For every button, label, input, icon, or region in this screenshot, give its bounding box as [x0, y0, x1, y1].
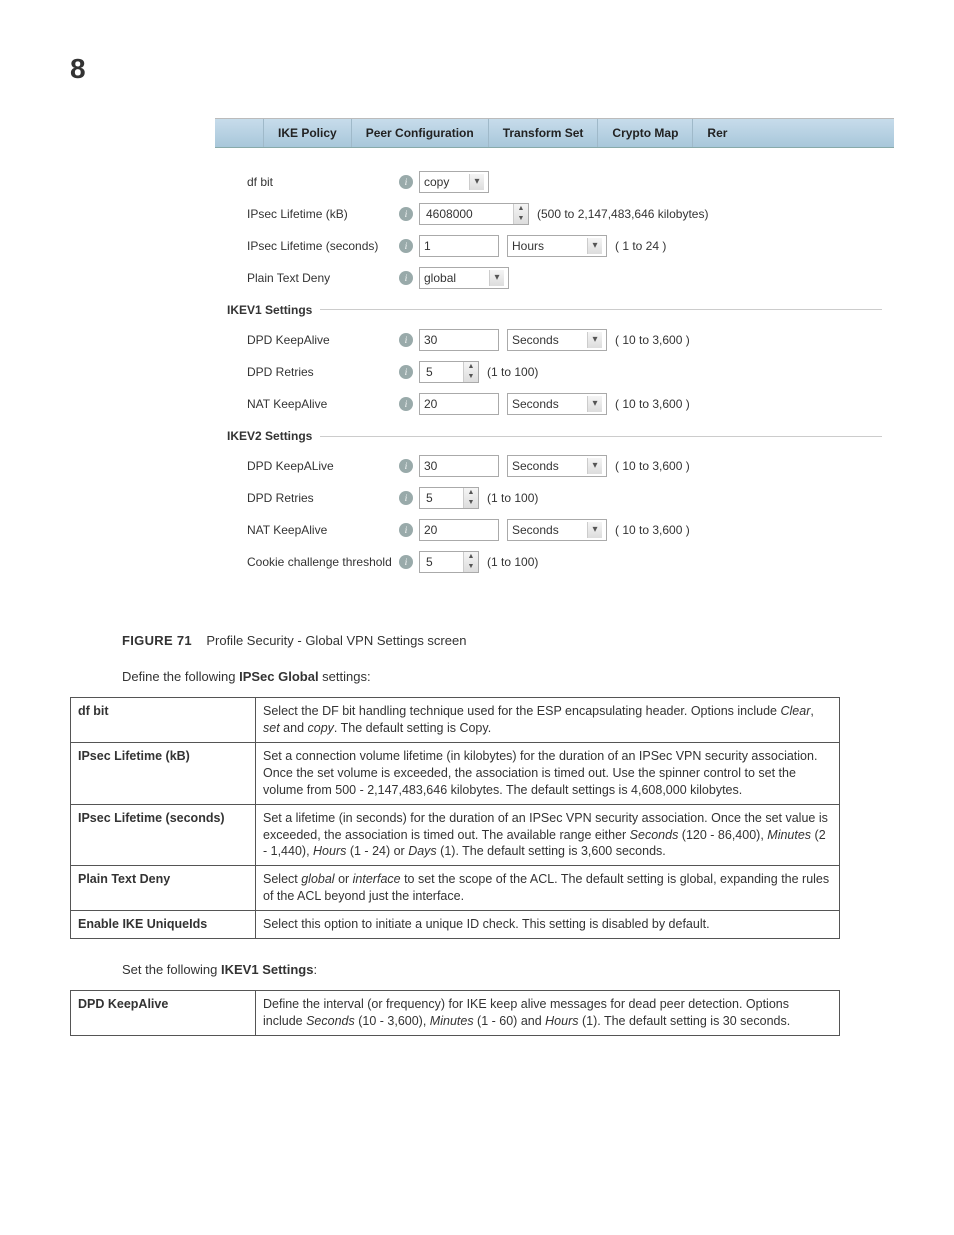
page-number: 8 — [70, 50, 894, 88]
spinner-ipsec-kb[interactable]: 4608000 ▲▼ — [419, 203, 529, 225]
spinner-ikev2-dpdr[interactable]: 5 ▲▼ — [419, 487, 479, 509]
row-ipsec-sec: IPsec Lifetime (seconds) i 1 Hours ( 1 t… — [227, 230, 882, 262]
def-desc: Select this option to initiate a unique … — [256, 911, 840, 939]
def-desc: Set a lifetime (in seconds) for the dura… — [256, 804, 840, 866]
figure-number: FIGURE 71 — [122, 633, 192, 648]
hint: (1 to 100) — [487, 490, 538, 506]
label-ipsec-kb: IPsec Lifetime (kB) — [227, 206, 399, 222]
label: DPD KeepALive — [227, 458, 399, 474]
input-ikev2-natk[interactable]: 20 — [419, 519, 499, 541]
tab-peer-configuration[interactable]: Peer Configuration — [352, 119, 489, 147]
hint: ( 10 to 3,600 ) — [615, 458, 690, 474]
select-ipsec-sec-unit[interactable]: Hours — [507, 235, 607, 257]
tab-ike-policy[interactable]: IKE Policy — [264, 119, 352, 147]
figure-caption: FIGURE 71 Profile Security - Global VPN … — [122, 632, 894, 650]
def-term: IPsec Lifetime (seconds) — [71, 804, 256, 866]
hint: ( 10 to 3,600 ) — [615, 396, 690, 412]
info-icon[interactable]: i — [399, 239, 413, 253]
intro-ikev1: Set the following IKEV1 Settings: — [122, 961, 894, 979]
def-desc: Select the DF bit handling technique use… — [256, 698, 840, 743]
row-ikev1-dpd-keepalive: DPD KeepAlive i 30 Seconds ( 10 to 3,600… — [227, 324, 882, 356]
select-ptd[interactable]: global — [419, 267, 509, 289]
table-ikev1: DPD KeepAliveDefine the interval (or fre… — [70, 990, 840, 1036]
select-ikev1-natk-unit[interactable]: Seconds — [507, 393, 607, 415]
row-ipsec-kb: IPsec Lifetime (kB) i 4608000 ▲▼ (500 to… — [227, 198, 882, 230]
input-ikev1-natk[interactable]: 20 — [419, 393, 499, 415]
table-row: Enable IKE UniqueIdsSelect this option t… — [71, 911, 840, 939]
label: NAT KeepAlive — [227, 396, 399, 412]
table-ipsec-global: df bitSelect the DF bit handling techniq… — [70, 697, 840, 939]
def-term: DPD KeepAlive — [71, 991, 256, 1036]
def-term: Enable IKE UniqueIds — [71, 911, 256, 939]
tab-bar: IKE Policy Peer Configuration Transform … — [215, 119, 894, 148]
table-row: DPD KeepAliveDefine the interval (or fre… — [71, 991, 840, 1036]
screenshot-panel: IKE Policy Peer Configuration Transform … — [215, 118, 894, 592]
label: DPD Retries — [227, 490, 399, 506]
hint: (1 to 100) — [487, 554, 538, 570]
def-term: Plain Text Deny — [71, 866, 256, 911]
label: DPD KeepAlive — [227, 332, 399, 348]
table-row: Plain Text DenySelect global or interfac… — [71, 866, 840, 911]
section-ikev1: IKEV1 Settings — [227, 302, 882, 318]
spinner-ikev1-dpdr[interactable]: 5 ▲▼ — [419, 361, 479, 383]
info-icon[interactable]: i — [399, 555, 413, 569]
row-ikev2-cookie-threshold: Cookie challenge threshold i 5 ▲▼ (1 to … — [227, 546, 882, 578]
select-ikev1-dpdk-unit[interactable]: Seconds — [507, 329, 607, 351]
row-ikev2-nat-keepalive: NAT KeepAlive i 20 Seconds ( 10 to 3,600… — [227, 514, 882, 546]
table-row: IPsec Lifetime (kB)Set a connection volu… — [71, 743, 840, 805]
info-icon[interactable]: i — [399, 207, 413, 221]
table-row: IPsec Lifetime (seconds)Set a lifetime (… — [71, 804, 840, 866]
intro-ipsec-global: Define the following IPSec Global settin… — [122, 668, 894, 686]
tab-crypto-map[interactable]: Crypto Map — [598, 119, 693, 147]
hint-ipsec-sec: ( 1 to 24 ) — [615, 238, 666, 254]
info-icon[interactable]: i — [399, 397, 413, 411]
info-icon[interactable]: i — [399, 365, 413, 379]
spinner-ikev2-cct[interactable]: 5 ▲▼ — [419, 551, 479, 573]
label: DPD Retries — [227, 364, 399, 380]
row-df-bit: df bit i copy — [227, 166, 882, 198]
select-df-bit[interactable]: copy — [419, 171, 489, 193]
row-ikev2-dpd-keepalive: DPD KeepALive i 30 Seconds ( 10 to 3,600… — [227, 450, 882, 482]
select-ikev2-natk-unit[interactable]: Seconds — [507, 519, 607, 541]
label: Cookie challenge threshold — [227, 554, 399, 570]
info-icon[interactable]: i — [399, 459, 413, 473]
def-desc: Set a connection volume lifetime (in kil… — [256, 743, 840, 805]
table-row: df bitSelect the DF bit handling techniq… — [71, 698, 840, 743]
tab-transform-set[interactable]: Transform Set — [489, 119, 599, 147]
hint: ( 10 to 3,600 ) — [615, 522, 690, 538]
input-ikev1-dpdk[interactable]: 30 — [419, 329, 499, 351]
label: NAT KeepAlive — [227, 522, 399, 538]
select-ikev2-dpdk-unit[interactable]: Seconds — [507, 455, 607, 477]
def-desc: Select global or interface to set the sc… — [256, 866, 840, 911]
def-term: IPsec Lifetime (kB) — [71, 743, 256, 805]
def-desc: Define the interval (or frequency) for I… — [256, 991, 840, 1036]
input-ipsec-sec[interactable]: 1 — [419, 235, 499, 257]
label-ipsec-sec: IPsec Lifetime (seconds) — [227, 238, 399, 254]
section-ikev2: IKEV2 Settings — [227, 428, 882, 444]
info-icon[interactable]: i — [399, 175, 413, 189]
label-df-bit: df bit — [227, 174, 399, 190]
row-ikev1-dpd-retries: DPD Retries i 5 ▲▼ (1 to 100) — [227, 356, 882, 388]
info-icon[interactable]: i — [399, 491, 413, 505]
info-icon[interactable]: i — [399, 271, 413, 285]
hint-ipsec-kb: (500 to 2,147,483,646 kilobytes) — [537, 206, 708, 222]
def-term: df bit — [71, 698, 256, 743]
info-icon[interactable]: i — [399, 523, 413, 537]
hint: (1 to 100) — [487, 364, 538, 380]
row-ikev2-dpd-retries: DPD Retries i 5 ▲▼ (1 to 100) — [227, 482, 882, 514]
input-ikev2-dpdk[interactable]: 30 — [419, 455, 499, 477]
row-plain-text-deny: Plain Text Deny i global — [227, 262, 882, 294]
info-icon[interactable]: i — [399, 333, 413, 347]
row-ikev1-nat-keepalive: NAT KeepAlive i 20 Seconds ( 10 to 3,600… — [227, 388, 882, 420]
hint: ( 10 to 3,600 ) — [615, 332, 690, 348]
figure-title: Profile Security - Global VPN Settings s… — [206, 633, 466, 648]
tab-truncated[interactable]: Rer — [693, 119, 741, 147]
label-ptd: Plain Text Deny — [227, 270, 399, 286]
